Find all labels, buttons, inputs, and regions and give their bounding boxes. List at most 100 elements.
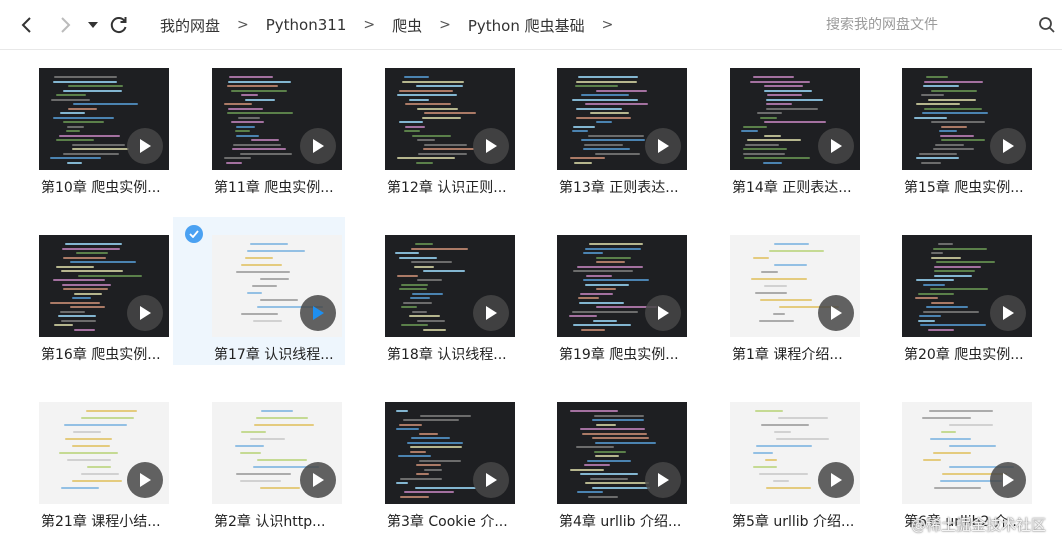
refresh-button[interactable]	[104, 10, 134, 40]
file-name: 第2章 认识http...	[214, 514, 326, 530]
breadcrumb-separator: >	[237, 17, 249, 33]
thumbnail-line	[926, 76, 948, 78]
thumbnail-line	[572, 98, 638, 101]
history-dropdown-button[interactable]	[80, 10, 106, 40]
thumbnail-line	[569, 315, 597, 317]
thumbnail-line	[251, 139, 279, 141]
play-icon[interactable]	[473, 462, 509, 498]
thumbnail-line	[250, 438, 285, 440]
thumbnail-line	[241, 431, 266, 433]
thumbnail-line	[585, 482, 649, 484]
file-item[interactable]: 第21章 课程小结...	[0, 384, 172, 532]
thumbnail-line	[572, 130, 588, 132]
thumbnail-line	[763, 161, 782, 164]
thumbnail-line	[577, 265, 643, 268]
search-input[interactable]	[808, 17, 1018, 33]
video-thumbnail	[557, 402, 687, 504]
breadcrumb-item-current[interactable]: Python 爬虫基础	[468, 15, 585, 36]
thumbnail-line	[232, 148, 286, 150]
thumbnail-line	[593, 319, 617, 322]
file-item[interactable]: 第4章 urllib 介绍...	[518, 384, 690, 532]
play-icon[interactable]	[473, 128, 509, 164]
file-item[interactable]: 第5章 urllib 介绍...	[691, 384, 863, 532]
play-icon[interactable]	[127, 128, 163, 164]
file-item[interactable]: 第19章 爬虫实例...	[518, 217, 690, 365]
play-icon[interactable]	[818, 462, 854, 498]
thumbnail-line	[924, 107, 982, 110]
play-icon[interactable]	[127, 462, 163, 498]
thumbnail-line	[595, 441, 656, 444]
file-name: 第16章 爬虫实例...	[41, 347, 161, 363]
thumbnail-line	[60, 112, 85, 114]
thumbnail-line	[753, 257, 769, 259]
file-item[interactable]: 第14章 正则表达...	[691, 50, 863, 198]
file-item[interactable]: 第11章 爬虫实例...	[173, 50, 345, 198]
play-icon[interactable]	[300, 295, 336, 331]
thumbnail-line	[81, 473, 119, 475]
search-icon[interactable]	[1038, 16, 1056, 34]
file-item[interactable]: 第6章 urllib2 介...	[863, 384, 1035, 532]
thumbnail-line	[764, 134, 781, 137]
play-icon[interactable]	[645, 462, 681, 498]
thumbnail-line	[773, 313, 785, 315]
file-item[interactable]: 第2章 认识http...	[173, 384, 345, 532]
thumbnail-line	[240, 480, 281, 482]
play-icon[interactable]	[127, 295, 163, 331]
play-icon[interactable]	[473, 295, 509, 331]
thumbnail-line	[50, 157, 101, 159]
back-button[interactable]	[12, 10, 42, 40]
thumbnail-line	[916, 279, 954, 281]
play-icon[interactable]	[990, 128, 1026, 164]
file-item[interactable]: 第20章 爬虫实例...	[863, 217, 1035, 365]
breadcrumb-item-crawler[interactable]: 爬虫	[392, 15, 422, 36]
play-icon[interactable]	[990, 462, 1026, 498]
thumbnail-line	[584, 143, 623, 146]
thumbnail-line	[590, 112, 629, 114]
thumbnail-line	[61, 319, 96, 322]
breadcrumb-item-python311[interactable]: Python311	[266, 16, 347, 34]
thumbnail-line	[572, 310, 638, 313]
play-icon[interactable]	[818, 128, 854, 164]
file-item[interactable]: 第18章 认识线程...	[346, 217, 518, 365]
file-item[interactable]: 第15章 爬虫实例...	[863, 50, 1035, 198]
selected-check-icon[interactable]	[185, 225, 203, 243]
breadcrumb-expand-arrow[interactable]: >	[602, 17, 614, 33]
thumbnail-line	[240, 452, 261, 454]
thumbnail-line	[74, 292, 102, 295]
breadcrumb-item-root[interactable]: 我的网盘	[160, 15, 220, 36]
thumbnail-line	[774, 243, 809, 245]
thumbnail-line	[245, 257, 273, 259]
play-icon[interactable]	[300, 128, 336, 164]
thumbnail-line	[56, 94, 86, 96]
file-item[interactable]: 第13章 正则表达...	[518, 50, 690, 198]
file-item[interactable]: 第17章 认识线程...	[173, 217, 345, 365]
thumbnail-line	[414, 265, 434, 268]
thumbnail-line	[761, 424, 809, 426]
thumbnail-line	[581, 94, 629, 96]
file-name: 第4章 urllib 介绍...	[559, 514, 682, 530]
thumbnail-line	[236, 473, 291, 475]
play-icon[interactable]	[990, 295, 1026, 331]
play-icon[interactable]	[645, 295, 681, 331]
watermark: @稀土掘金技术社区	[910, 516, 1046, 534]
thumbnail-line	[934, 487, 981, 489]
play-icon[interactable]	[300, 462, 336, 498]
file-name: 第20章 爬虫实例...	[904, 347, 1024, 363]
thumbnail-line	[934, 274, 972, 277]
file-item[interactable]: 第3章 Cookie 介...	[346, 384, 518, 532]
thumbnail-line	[224, 103, 252, 105]
thumbnail-line	[766, 98, 823, 101]
thumbnail-line	[411, 261, 452, 263]
thumbnail-line	[929, 410, 993, 412]
play-icon[interactable]	[645, 128, 681, 164]
thumbnail-line	[761, 271, 778, 273]
thumbnail-line	[66, 130, 80, 132]
thumbnail-line	[588, 134, 644, 137]
forward-button[interactable]	[50, 10, 80, 40]
file-item[interactable]: 第1章 课程介绍...	[691, 217, 863, 365]
file-item[interactable]: 第10章 爬虫实例...	[0, 50, 172, 198]
file-item[interactable]: 第16章 爬虫实例...	[0, 217, 172, 365]
file-item[interactable]: 第12章 认识正则...	[346, 50, 518, 198]
thumbnail-line	[583, 279, 649, 281]
play-icon[interactable]	[818, 295, 854, 331]
